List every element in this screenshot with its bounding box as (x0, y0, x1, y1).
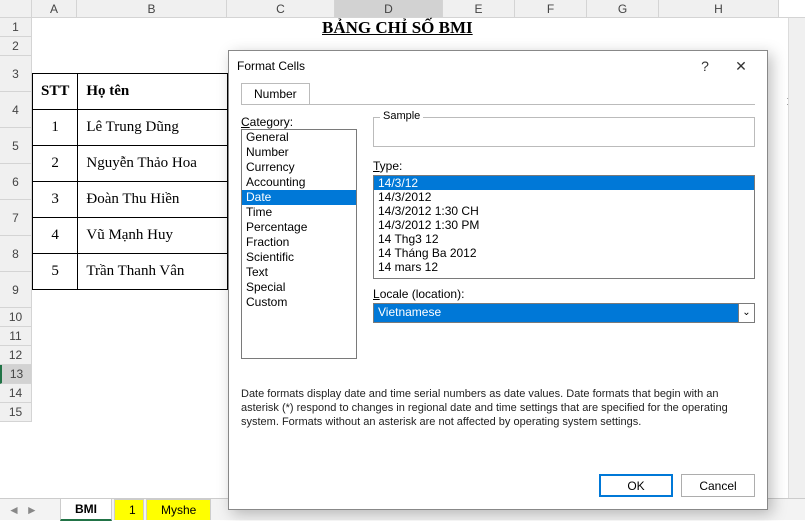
list-item[interactable]: Accounting (242, 175, 356, 190)
table-row: 3Đoàn Thu Hiền (33, 182, 228, 218)
col-A[interactable]: A (32, 0, 77, 17)
type-label: Type: (373, 159, 755, 173)
list-item[interactable]: 14 Thg3 12 (374, 232, 754, 246)
col-C[interactable]: C (227, 0, 335, 17)
table-row: 4Vũ Mạnh Huy (33, 218, 228, 254)
category-label: Category: (241, 115, 357, 129)
locale-label: Locale (location): (373, 287, 755, 301)
table-header-row: STT Họ tên (33, 74, 228, 110)
dialog-titlebar[interactable]: Format Cells ? ✕ (229, 51, 767, 81)
select-all-corner[interactable] (0, 0, 32, 17)
list-item[interactable]: 14/3/2012 1:30 PM (374, 218, 754, 232)
format-cells-dialog: Format Cells ? ✕ Number Category: Genera… (228, 50, 768, 510)
col-G[interactable]: G (587, 0, 659, 17)
sheet-tab-bmi[interactable]: BMI (60, 498, 112, 521)
col-D[interactable]: D (335, 0, 443, 17)
locale-value: Vietnamese (374, 304, 738, 322)
row-4[interactable]: 4 (0, 92, 32, 128)
chevron-left-icon: ◄ (8, 503, 20, 517)
sheet-tab-1[interactable]: 1 (114, 499, 144, 520)
list-item-selected[interactable]: Date (242, 190, 356, 205)
list-item[interactable]: General (242, 130, 356, 145)
row-8[interactable]: 8 (0, 236, 32, 272)
sample-label: Sample (380, 110, 423, 122)
list-item-selected[interactable]: 14/3/12 (374, 176, 754, 190)
tab-number[interactable]: Number (241, 83, 310, 104)
help-button[interactable]: ? (687, 58, 723, 74)
row-5[interactable]: 5 (0, 128, 32, 164)
row-3[interactable]: 3 (0, 56, 32, 92)
table-row: 2Nguyễn Thảo Hoa (33, 146, 228, 182)
col-B[interactable]: B (77, 0, 227, 17)
locale-combobox[interactable]: Vietnamese ⌄ (373, 303, 755, 323)
th-stt: STT (33, 74, 78, 110)
sheet-tab-mysheet[interactable]: Myshe (146, 499, 211, 520)
row-10[interactable]: 10 (0, 308, 32, 327)
list-item[interactable]: Currency (242, 160, 356, 175)
table-row: 5Trần Thanh Vân (33, 254, 228, 290)
description-text: Date formats display date and time seria… (241, 387, 755, 429)
cancel-button[interactable]: Cancel (681, 474, 755, 497)
list-item[interactable]: Percentage (242, 220, 356, 235)
col-E[interactable]: E (443, 0, 515, 17)
row-14[interactable]: 14 (0, 384, 32, 403)
table-row: 1Lê Trung Dũng (33, 110, 228, 146)
list-item[interactable]: 14/3/2012 (374, 190, 754, 204)
list-item[interactable]: Time (242, 205, 356, 220)
list-item[interactable]: 14 Tháng Ba 2012 (374, 246, 754, 260)
chevron-right-icon: ► (26, 503, 38, 517)
th-name: Họ tên (78, 74, 228, 110)
dialog-title: Format Cells (237, 59, 687, 73)
row-15[interactable]: 15 (0, 403, 32, 422)
list-item[interactable]: Fraction (242, 235, 356, 250)
list-item[interactable]: 14 mars 12 (374, 260, 754, 274)
category-listbox[interactable]: General Number Currency Accounting Date … (241, 129, 357, 359)
row-12[interactable]: 12 (0, 346, 32, 365)
col-F[interactable]: F (515, 0, 587, 17)
data-table: STT Họ tên 1Lê Trung Dũng 2Nguyễn Thảo H… (32, 73, 228, 290)
row-2[interactable]: 2 (0, 37, 32, 56)
ok-button[interactable]: OK (599, 474, 673, 497)
vertical-scrollbar[interactable] (788, 18, 805, 498)
type-listbox[interactable]: 14/3/12 14/3/2012 14/3/2012 1:30 CH 14/3… (373, 175, 755, 279)
row-11[interactable]: 11 (0, 327, 32, 346)
list-item[interactable]: Special (242, 280, 356, 295)
row-1[interactable]: 1 (0, 18, 32, 37)
list-item[interactable]: Custom (242, 295, 356, 310)
row-headers: 1 2 3 4 5 6 7 8 9 10 11 12 13 14 15 (0, 18, 32, 422)
list-item[interactable]: Scientific (242, 250, 356, 265)
list-item[interactable]: Text (242, 265, 356, 280)
chevron-down-icon[interactable]: ⌄ (738, 304, 754, 322)
sample-box: Sample (373, 117, 755, 147)
sheet-title: BẢNG CHỈ SỐ BMI (322, 18, 473, 38)
list-item[interactable]: 14/3/2012 1:30 CH (374, 204, 754, 218)
col-H[interactable]: H (659, 0, 779, 17)
list-item[interactable]: Number (242, 145, 356, 160)
row-9[interactable]: 9 (0, 272, 32, 308)
row-13[interactable]: 13 (0, 365, 32, 384)
row-7[interactable]: 7 (0, 200, 32, 236)
tab-nav-arrows[interactable]: ◄ ► (0, 503, 60, 517)
close-button[interactable]: ✕ (723, 58, 759, 75)
column-header-row: A B C D E F G H (0, 0, 805, 18)
row-6[interactable]: 6 (0, 164, 32, 200)
